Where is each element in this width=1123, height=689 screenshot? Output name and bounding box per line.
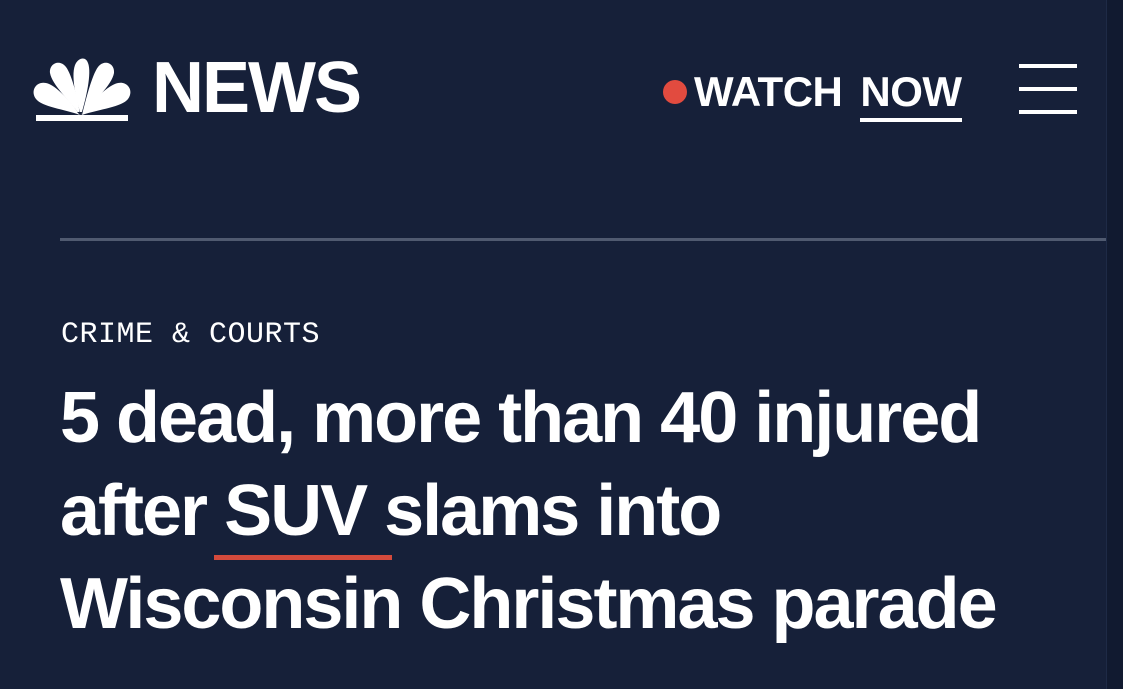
live-dot-icon xyxy=(663,80,687,104)
right-edge-bar xyxy=(1106,0,1123,689)
page: NEWS WATCH NOW CRIME & COURTS 5 dead, mo… xyxy=(0,0,1123,689)
nbc-peacock-icon xyxy=(33,58,131,121)
menu-bar-bottom xyxy=(1019,110,1077,114)
headline-line-2-start: after xyxy=(60,471,225,551)
watch-label: WATCH xyxy=(694,68,843,115)
headline-line-2-end: slams into xyxy=(366,471,722,551)
nbc-news-logo[interactable]: NEWS xyxy=(30,48,362,128)
headline-line-1: 5 dead, more than 40 injured xyxy=(60,378,982,458)
header-divider xyxy=(60,238,1106,241)
headline-link-suv[interactable]: SUV xyxy=(214,465,393,560)
headline-line-3: Wisconsin Christmas parade xyxy=(60,564,998,644)
hamburger-menu-icon[interactable] xyxy=(1019,64,1077,114)
menu-bar-middle xyxy=(1019,87,1077,91)
article-headline: 5 dead, more than 40 injured after SUV s… xyxy=(60,372,1100,651)
menu-bar-top xyxy=(1019,64,1077,68)
now-label: NOW xyxy=(860,68,962,122)
site-header: NEWS WATCH NOW xyxy=(0,0,1106,180)
watch-now-link[interactable]: WATCH NOW xyxy=(663,64,962,122)
logo-text: NEWS xyxy=(152,48,362,128)
headline-line-2: after SUV slams into xyxy=(60,465,1100,560)
category-label[interactable]: CRIME & COURTS xyxy=(61,318,320,352)
